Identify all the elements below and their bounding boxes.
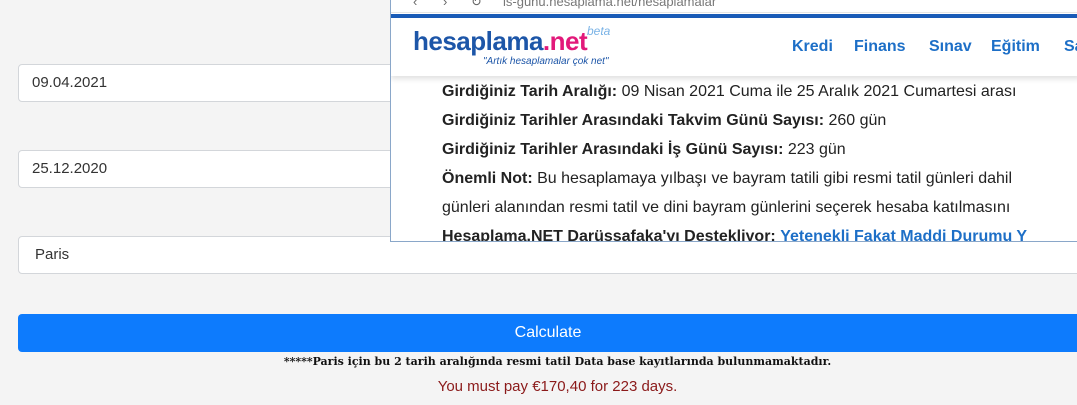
overlay-support-link: Yetenekli Fakat Maddi Durumu Y (780, 228, 1028, 242)
overlay-line: Girdiğiniz Tarihler Arasındaki Takvim Gü… (442, 112, 887, 129)
site-logo: hesaplama.net (413, 26, 588, 56)
calculate-button[interactable]: Calculate (18, 314, 1077, 352)
holiday-note: *****Paris için bu 2 tarih aralığında re… (283, 355, 832, 368)
menu-item-kredi: Kredi (792, 38, 833, 55)
logo-slogan: "Artık hesaplamalar çok net" (483, 56, 609, 67)
overlay-line: günleri alanından resmi tatil ve dini ba… (442, 199, 1011, 216)
reload-icon: ↻ (471, 0, 482, 9)
overlay-url: is-gunu.hesaplama.net/hesaplamalar (503, 0, 717, 9)
menu-item-sinav: Sınav (929, 38, 972, 55)
overlay-result-lines: Girdiğiniz Tarih Aralığı: 09 Nisan 2021 … (442, 83, 1077, 242)
overlay-line: Girdiğiniz Tarihler Arasındaki İş Günü S… (442, 141, 846, 158)
overlay-browser-screenshot: ‹ › ↻ is-gunu.hesaplama.net/hesaplamalar… (390, 0, 1077, 242)
result-text: You must pay €170,40 for 223 days. (437, 378, 678, 395)
overlay-line: Önemli Not: Bu hesaplamaya yılbaşı ve ba… (442, 170, 1013, 187)
menu-item-egitim: Eğitim (991, 38, 1040, 55)
overlay-browser-toolbar: ‹ › ↻ is-gunu.hesaplama.net/hesaplamalar (391, 0, 1077, 13)
forward-icon: › (443, 0, 448, 9)
logo-beta-label: beta (587, 24, 611, 38)
menu-item-finans: Finans (854, 38, 906, 55)
overlay-line: Hesaplama.NET Darüşşafaka'yı Destekliyor… (442, 228, 1077, 242)
back-icon: ‹ (413, 0, 418, 9)
menu-item-sa: Sa (1064, 38, 1077, 55)
overlay-line: Girdiğiniz Tarih Aralığı: 09 Nisan 2021 … (442, 83, 1017, 100)
overlay-site-header: hesaplama.net beta "Artık hesaplamalar ç… (391, 18, 1077, 76)
